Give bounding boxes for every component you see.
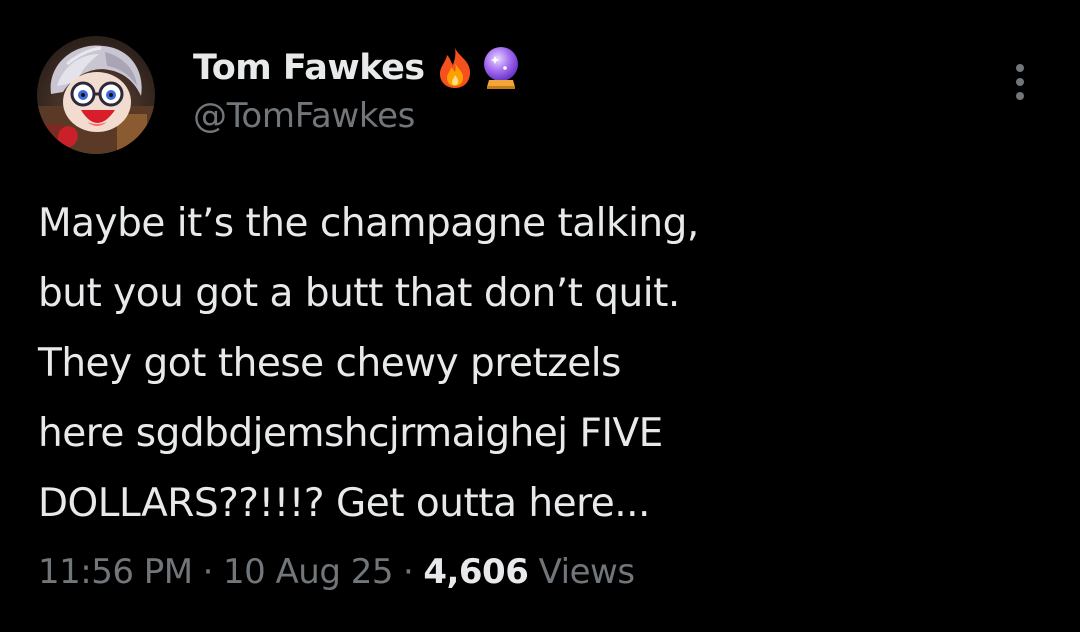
- avatar-image: [37, 36, 155, 154]
- tweet-time[interactable]: 11:56 PM: [38, 552, 193, 592]
- crystal-ball-emoji-icon: [481, 46, 521, 90]
- tweet-text: Maybe it’s the champagne talking, but yo…: [38, 201, 699, 526]
- fire-emoji-icon: [437, 47, 473, 89]
- avatar[interactable]: [37, 36, 155, 154]
- user-handle[interactable]: @TomFawkes: [193, 96, 521, 136]
- meta-separator: ·: [403, 552, 414, 592]
- tweet-meta: 11:56 PM · 10 Aug 25 · 4,606 Views: [38, 552, 635, 592]
- views-count: 4,606: [423, 552, 529, 592]
- author-info: Tom Fawkes @TomFawkes: [193, 42, 521, 136]
- display-name[interactable]: Tom Fawkes: [193, 48, 425, 88]
- more-options-icon[interactable]: [1006, 60, 1034, 104]
- name-row: Tom Fawkes: [193, 42, 521, 94]
- meta-separator: ·: [202, 552, 214, 592]
- views-label: Views: [538, 552, 635, 592]
- tweet-date[interactable]: 10 Aug 25: [223, 552, 394, 592]
- tweet-card: Tom Fawkes @TomFawkes Maybe it’s the cha…: [0, 0, 1080, 632]
